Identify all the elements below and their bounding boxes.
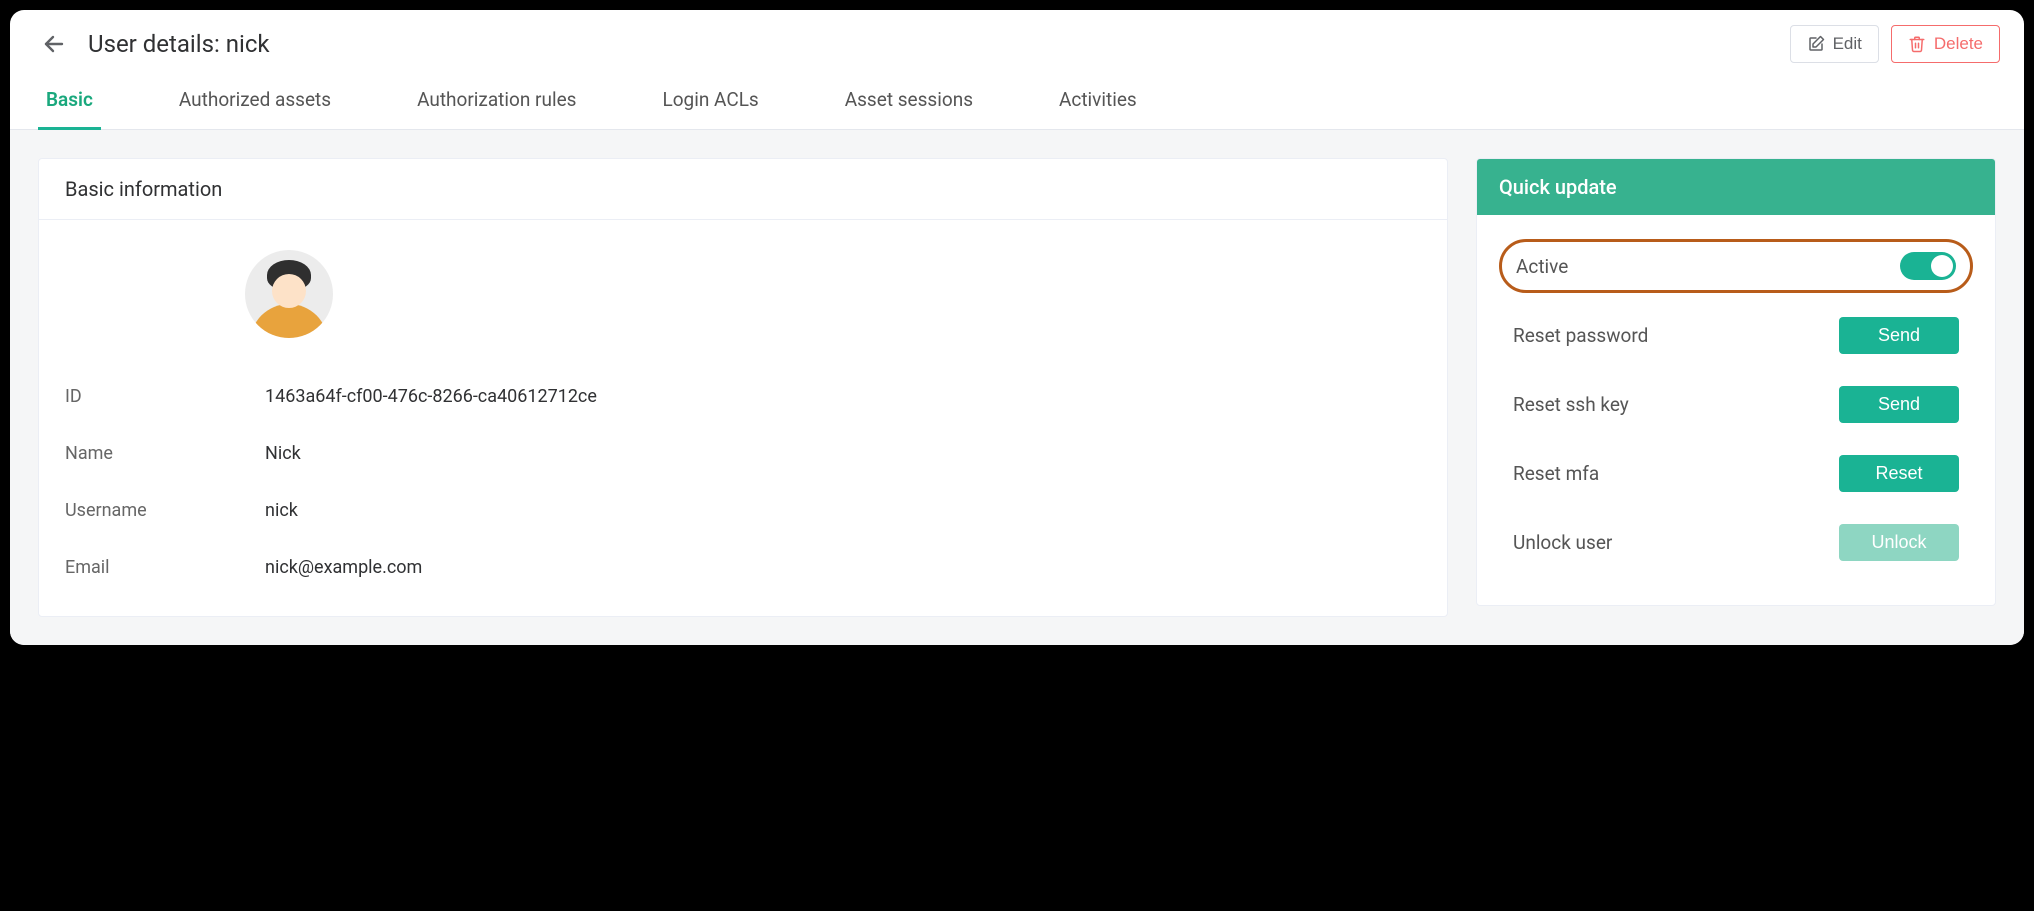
tab-basic[interactable]: Basic <box>38 74 101 130</box>
tab-asset-sessions[interactable]: Asset sessions <box>837 74 981 129</box>
edit-icon <box>1807 35 1825 53</box>
unlock-user-button[interactable]: Unlock <box>1839 524 1959 561</box>
quick-row-reset-ssh: Reset ssh key Send <box>1499 370 1973 439</box>
page-title: User details: nick <box>88 30 1790 58</box>
email-label: Email <box>65 557 265 578</box>
id-label: ID <box>65 386 265 407</box>
reset-mfa-button[interactable]: Reset <box>1839 455 1959 492</box>
active-label: Active <box>1516 255 1568 278</box>
tab-login-acls[interactable]: Login ACLs <box>654 74 766 129</box>
reset-password-label: Reset password <box>1513 324 1648 347</box>
tab-activities[interactable]: Activities <box>1051 74 1145 129</box>
edit-label: Edit <box>1833 34 1862 54</box>
trash-icon <box>1908 35 1926 53</box>
basic-info-title: Basic information <box>39 159 1447 220</box>
reset-password-button[interactable]: Send <box>1839 317 1959 354</box>
reset-ssh-button[interactable]: Send <box>1839 386 1959 423</box>
tab-authorization-rules[interactable]: Authorization rules <box>409 74 584 129</box>
username-value: nick <box>265 500 298 521</box>
info-row-email: Email nick@example.com <box>65 539 1421 596</box>
id-value: 1463a64f-cf00-476c-8266-ca40612712ce <box>265 386 597 407</box>
active-toggle[interactable] <box>1900 252 1956 280</box>
quick-row-reset-password: Reset password Send <box>1499 301 1973 370</box>
unlock-user-label: Unlock user <box>1513 531 1612 554</box>
user-avatar <box>245 250 333 338</box>
arrow-left-icon <box>42 32 66 56</box>
info-row-id: ID 1463a64f-cf00-476c-8266-ca40612712ce <box>65 368 1421 425</box>
quick-row-unlock-user: Unlock user Unlock <box>1499 508 1973 577</box>
back-button[interactable] <box>34 24 74 64</box>
info-row-username: Username nick <box>65 482 1421 539</box>
basic-info-card: Basic information ID 1463a64f-cf00-476c-… <box>38 158 1448 617</box>
delete-label: Delete <box>1934 34 1983 54</box>
email-value: nick@example.com <box>265 557 422 578</box>
name-label: Name <box>65 443 265 464</box>
info-row-name: Name Nick <box>65 425 1421 482</box>
quick-update-card: Quick update Active Reset password Send … <box>1476 158 1996 606</box>
quick-row-reset-mfa: Reset mfa Reset <box>1499 439 1973 508</box>
reset-ssh-label: Reset ssh key <box>1513 393 1629 416</box>
delete-button[interactable]: Delete <box>1891 25 2000 63</box>
quick-row-active: Active <box>1499 239 1973 293</box>
name-value: Nick <box>265 443 301 464</box>
quick-update-title: Quick update <box>1477 159 1995 215</box>
username-label: Username <box>65 500 265 521</box>
tabs: Basic Authorized assets Authorization ru… <box>10 74 2024 130</box>
edit-button[interactable]: Edit <box>1790 25 1879 63</box>
tab-authorized-assets[interactable]: Authorized assets <box>171 74 339 129</box>
reset-mfa-label: Reset mfa <box>1513 462 1599 485</box>
page-header: User details: nick Edit Delete <box>10 10 2024 74</box>
